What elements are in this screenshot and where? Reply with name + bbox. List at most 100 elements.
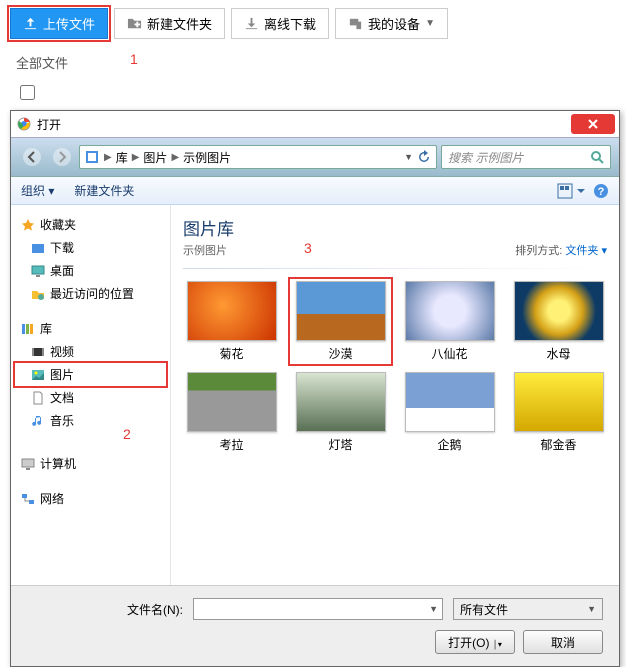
offline-label: 离线下载 [264,14,316,33]
upload-button[interactable]: 上传文件 [10,8,108,39]
devices-label: 我的设备 [368,14,420,33]
library-icon [21,322,35,336]
sidebar-group-favorites[interactable]: 收藏夹 [15,213,166,236]
dialog-titlebar: 打开 [11,111,619,137]
sidebar-group-libraries[interactable]: 库 [15,317,166,340]
filter-label: 所有文件 [460,601,508,618]
content-pane: 图片库 示例图片 3 排列方式: 文件夹 ▾ 菊花 沙漠 八仙花 水母 考拉 灯… [171,205,619,585]
devices-button[interactable]: 我的设备 ▼ [335,8,448,39]
network-icon [21,492,35,506]
chevron-down-icon[interactable]: ▼ [429,604,438,614]
filename-input[interactable]: ▼ [193,598,443,620]
sidebar-label: 库 [40,320,52,337]
search-placeholder: 搜索 示例图片 [448,149,523,166]
offline-button[interactable]: 离线下载 [231,8,329,39]
sidebar-item-videos[interactable]: 视频 [15,340,166,363]
search-icon [590,150,604,164]
path-bar[interactable]: ▶ 库 ▶ 图片 ▶ 示例图片 ▼ [79,145,437,169]
annotation-2: 2 [123,426,131,442]
thumb-qie[interactable]: 企鹅 [401,372,498,453]
sort-dropdown[interactable]: 文件夹 ▾ [565,245,607,257]
thumb-image [187,372,277,432]
thumb-label: 沙漠 [292,345,389,362]
chevron-down-icon: ▼ [587,604,596,614]
thumb-shuimu[interactable]: 水母 [510,281,607,362]
document-icon [31,391,45,405]
chevron-down-icon[interactable]: ▼ [404,152,413,162]
thumb-label: 灯塔 [292,436,389,453]
close-button[interactable] [571,114,615,134]
help-icon[interactable]: ? [593,183,609,199]
organize-bar: 组织 ▾ 新建文件夹 ? [11,177,619,205]
open-button[interactable]: 打开(O) │▾ [435,630,515,654]
sidebar-item-network[interactable]: 网络 [15,487,166,510]
thumb-kaola[interactable]: 考拉 [183,372,280,453]
newfolder-button[interactable]: 新建文件夹 [114,8,225,39]
nav-area: ▶ 库 ▶ 图片 ▶ 示例图片 ▼ 搜索 示例图片 [11,137,619,177]
separator-icon: ▶ [128,152,144,163]
thumb-label: 菊花 [183,345,280,362]
separator-icon: ▶ [167,152,183,163]
select-all-checkbox[interactable] [20,85,35,100]
main-toolbar: 上传文件 新建文件夹 离线下载 我的设备 ▼ [0,0,626,47]
content-title: 图片库 [183,215,234,240]
thumb-shamo[interactable]: 沙漠 [290,279,391,364]
sort-label: 排列方式: [515,245,562,257]
separator-icon: ▶ [100,152,116,163]
sidebar-item-computer[interactable]: 计算机 [15,452,166,475]
sidebar-label: 图片 [50,366,74,383]
thumb-image [514,372,604,432]
breadcrumb-row: 全部文件 1 [0,47,626,82]
search-box[interactable]: 搜索 示例图片 [441,145,611,169]
music-icon [31,414,45,428]
open-file-dialog: 打开 ▶ 库 ▶ 图片 ▶ 示例图片 ▼ 搜索 示例图片 [10,110,620,667]
path-seg[interactable]: 示例图片 [183,149,231,166]
thumb-baxianhua[interactable]: 八仙花 [401,281,498,362]
newfolder-label: 新建文件夹 [147,14,212,33]
view-options-icon[interactable] [557,183,585,199]
sidebar-item-desktop[interactable]: 桌面 [15,259,166,282]
svg-text:?: ? [598,186,605,198]
computer-icon [21,457,35,471]
chevron-down-icon: ▼ [425,18,435,29]
thumb-label: 水母 [510,345,607,362]
thumb-image [405,281,495,341]
thumb-yujinxiang[interactable]: 郁金香 [510,372,607,453]
upload-icon [23,16,38,31]
sidebar-item-documents[interactable]: 文档 [15,386,166,409]
dialog-title: 打开 [37,116,61,133]
sidebar-item-music[interactable]: 音乐 [15,409,166,432]
sidebar-item-downloads[interactable]: 下载 [15,236,166,259]
thumb-dengta[interactable]: 灯塔 [292,372,389,453]
desktop-icon [31,264,45,278]
content-header: 图片库 示例图片 3 排列方式: 文件夹 ▾ [183,215,607,258]
thumb-juhua[interactable]: 菊花 [183,281,280,362]
refresh-icon[interactable] [416,149,432,165]
thumb-label: 郁金香 [510,436,607,453]
organize-menu[interactable]: 组织 ▾ [21,182,54,199]
back-button[interactable] [19,144,45,170]
cancel-button[interactable]: 取消 [523,630,603,654]
filetype-filter[interactable]: 所有文件 ▼ [453,598,603,620]
newfolder-icon [127,16,142,31]
thumbnails-grid: 菊花 沙漠 八仙花 水母 考拉 灯塔 企鹅 郁金香 [183,281,607,453]
back-icon [22,147,42,167]
star-icon [21,218,35,232]
sidebar-item-recent[interactable]: 最近访问的位置 [15,282,166,305]
newfolder-action[interactable]: 新建文件夹 [74,182,134,199]
sidebar-label: 网络 [40,490,64,507]
content-subtitle: 示例图片 [183,242,234,258]
path-seg[interactable]: 图片 [143,149,167,166]
annotation-1: 1 [130,51,138,67]
sidebar: 收藏夹 下载 桌面 最近访问的位置 库 视频 [11,205,171,585]
breadcrumb[interactable]: 全部文件 [16,56,68,71]
thumb-image [405,372,495,432]
forward-button[interactable] [49,144,75,170]
library-icon [84,149,100,165]
sidebar-item-pictures[interactable]: 图片 [15,363,166,386]
forward-icon [52,147,72,167]
download-icon [244,16,259,31]
path-seg[interactable]: 库 [116,149,128,166]
upload-label: 上传文件 [43,14,95,33]
thumb-label: 八仙花 [401,345,498,362]
